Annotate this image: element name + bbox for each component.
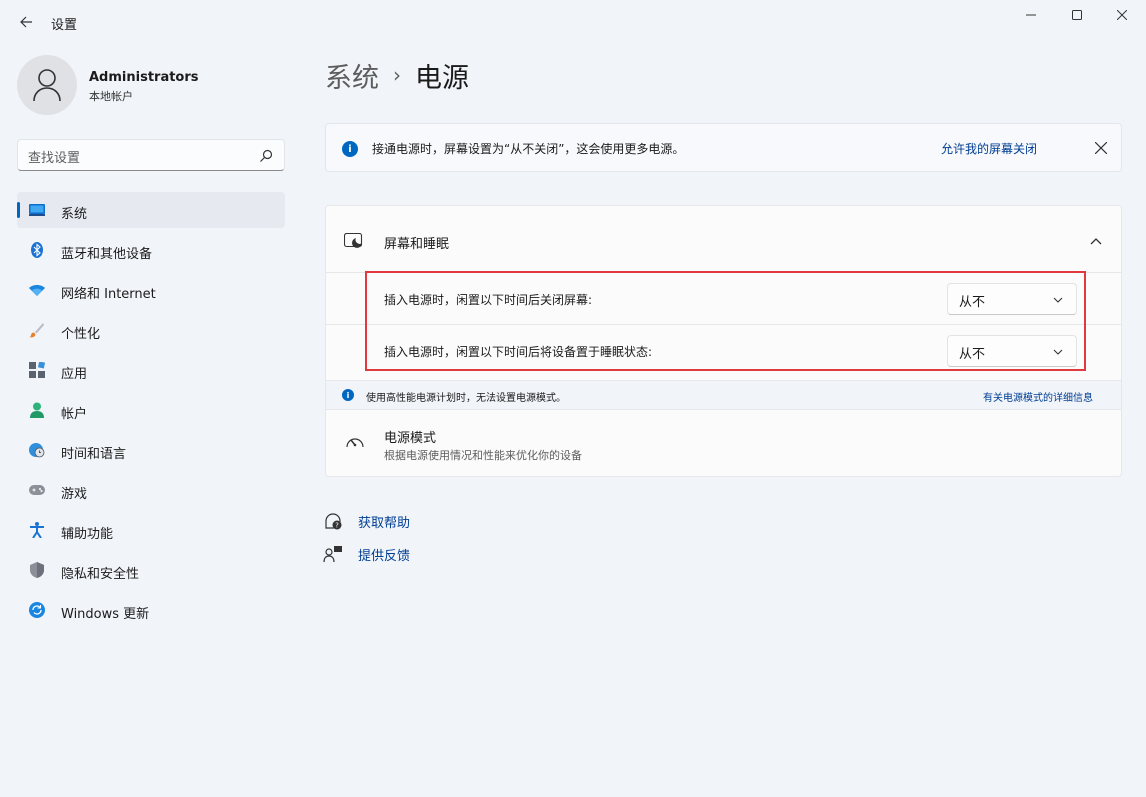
power-mode-description: 根据电源使用情况和性能来优化你的设备 (384, 449, 582, 462)
sidebar-item-label: 应用 (61, 367, 88, 382)
sleep-dropdown[interactable]: 从不 (947, 335, 1077, 367)
sidebar-item-accounts[interactable]: 帐户 (17, 392, 285, 428)
get-help-label: 获取帮助 (358, 516, 411, 531)
screen-off-setting: 插入电源时，闲置以下时间后关闭屏幕: 从不 (326, 274, 1121, 325)
sleep-label: 插入电源时，闲置以下时间后将设备置于睡眠状态: (384, 345, 653, 359)
svg-text:?: ? (335, 522, 339, 530)
user-name: Administrators (89, 70, 199, 85)
allow-screen-off-link[interactable]: 允许我的屏幕关闭 (941, 140, 1037, 157)
sleep-setting: 插入电源时，闲置以下时间后将设备置于睡眠状态: 从不 (326, 326, 1121, 377)
sidebar-item-label: 个性化 (61, 327, 101, 342)
user-profile[interactable]: Administrators 本地帐户 (17, 55, 287, 115)
sidebar-item-label: 游戏 (61, 487, 88, 502)
sidebar-item-accessibility[interactable]: 辅助功能 (17, 512, 285, 548)
sidebar-item-bluetooth[interactable]: 蓝牙和其他设备 (17, 232, 285, 268)
sidebar-item-network[interactable]: 网络和 Internet (17, 272, 285, 308)
info-icon: i (342, 141, 358, 157)
maximize-button[interactable] (1054, 0, 1100, 30)
sidebar-nav: 系统 蓝牙和其他设备 网络和 Internet 个性化 应用 帐户 时间和语言 … (17, 192, 285, 632)
close-icon (1095, 142, 1107, 154)
chevron-down-icon (1053, 349, 1063, 355)
banner-text: 接通电源时，屏幕设置为“从不关闭”，这会使用更多电源。 (372, 142, 685, 156)
page-title: 电源 (415, 62, 469, 94)
screen-off-label: 插入电源时，闲置以下时间后关闭屏幕: (384, 293, 593, 307)
banner-close-button[interactable] (1092, 139, 1110, 157)
power-mode-title: 电源模式 (384, 431, 437, 446)
power-mode-info-link[interactable]: 有关电源模式的详细信息 (983, 389, 1093, 404)
power-mode-setting[interactable]: 电源模式 根据电源使用情况和性能来优化你的设备 (326, 411, 1121, 476)
bluetooth-icon (29, 242, 45, 258)
feedback-icon (323, 546, 342, 563)
sleep-value: 从不 (959, 347, 986, 362)
brush-icon (29, 322, 45, 338)
accessibility-icon (29, 522, 45, 538)
wifi-icon (29, 282, 45, 298)
person-avatar-icon (33, 69, 61, 102)
breadcrumb-parent[interactable]: 系统 (325, 56, 379, 95)
sidebar-item-system[interactable]: 系统 (17, 192, 285, 228)
sidebar-item-personalization[interactable]: 个性化 (17, 312, 285, 348)
back-arrow-icon (20, 16, 32, 28)
power-mode-note-text: 使用高性能电源计划时，无法设置电源模式。 (366, 393, 566, 404)
update-icon (29, 602, 45, 618)
monitor-icon (29, 202, 45, 218)
globe-clock-icon (29, 442, 45, 458)
sidebar-item-label: 隐私和安全性 (61, 567, 140, 582)
sidebar-item-label: Windows 更新 (61, 607, 150, 622)
info-banner: i 接通电源时，屏幕设置为“从不关闭”，这会使用更多电源。 允许我的屏幕关闭 (325, 123, 1122, 172)
app-title: 设置 (51, 18, 78, 33)
close-icon (1117, 10, 1127, 20)
info-icon: i (342, 389, 354, 401)
title-bar: 设置 (0, 0, 1146, 44)
apps-icon (29, 362, 45, 378)
sidebar-item-label: 网络和 Internet (61, 287, 156, 302)
sidebar-item-label: 辅助功能 (61, 527, 114, 542)
sidebar-item-privacy[interactable]: 隐私和安全性 (17, 552, 285, 588)
sidebar-item-label: 系统 (61, 207, 88, 222)
chevron-up-icon[interactable] (1088, 233, 1104, 249)
help-icon: ? (325, 513, 342, 530)
screen-sleep-header[interactable]: 屏幕和睡眠 (326, 206, 1121, 273)
sidebar-item-gaming[interactable]: 游戏 (17, 472, 285, 508)
screen-off-dropdown[interactable]: 从不 (947, 283, 1077, 315)
close-button[interactable] (1099, 0, 1145, 30)
screen-off-value: 从不 (959, 295, 986, 310)
search-input[interactable]: 查找设置 (28, 147, 80, 166)
sidebar-item-label: 蓝牙和其他设备 (61, 247, 153, 262)
chevron-down-icon (1053, 297, 1063, 303)
search-icon[interactable] (258, 148, 274, 164)
account-type: 本地帐户 (89, 90, 133, 103)
person-icon (29, 402, 45, 418)
maximize-icon (1072, 10, 1082, 20)
power-mode-note: i 使用高性能电源计划时，无法设置电源模式。 有关电源模式的详细信息 (326, 380, 1121, 410)
screen-sleep-icon (344, 233, 363, 248)
sidebar-item-label: 时间和语言 (61, 447, 127, 462)
minimize-icon (1026, 14, 1036, 16)
sidebar-item-apps[interactable]: 应用 (17, 352, 285, 388)
back-button[interactable] (14, 10, 38, 34)
screen-sleep-card: 屏幕和睡眠 插入电源时，闲置以下时间后关闭屏幕: 从不 插入电源时，闲置以下时间… (325, 205, 1122, 477)
breadcrumb-separator: › (393, 63, 401, 87)
gauge-icon (346, 438, 364, 448)
sidebar-item-time-language[interactable]: 时间和语言 (17, 432, 285, 468)
shield-icon (29, 562, 45, 578)
minimize-button[interactable] (1008, 0, 1054, 30)
breadcrumb: 系统 › 电源 (325, 55, 469, 95)
gamepad-icon (29, 482, 45, 498)
sidebar-item-windows-update[interactable]: Windows 更新 (17, 592, 285, 628)
sidebar-item-label: 帐户 (61, 407, 88, 422)
search-box[interactable]: 查找设置 (17, 139, 285, 171)
avatar (17, 55, 77, 115)
feedback-label: 提供反馈 (358, 549, 411, 564)
screen-sleep-title: 屏幕和睡眠 (384, 237, 450, 252)
